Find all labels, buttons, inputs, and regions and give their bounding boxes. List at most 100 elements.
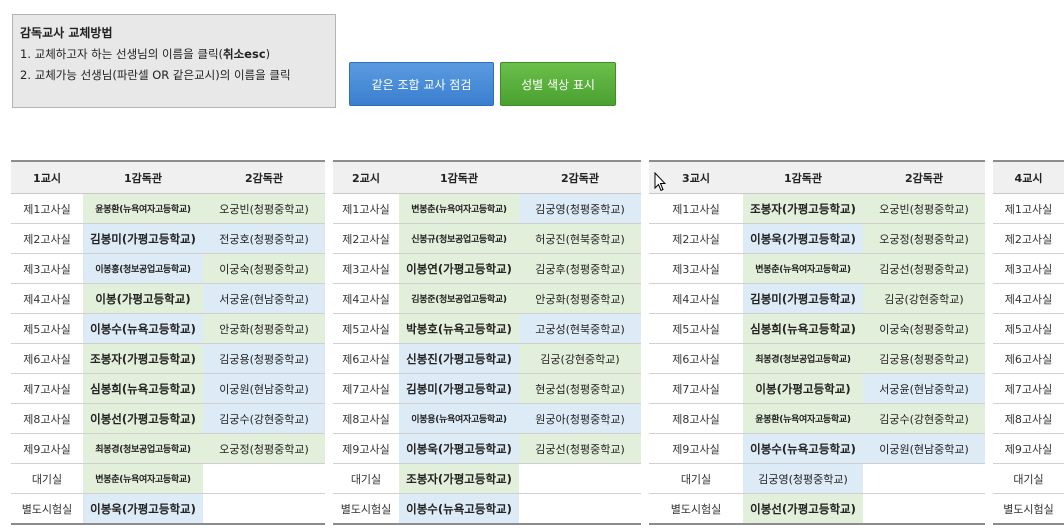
proctor2-cell[interactable]: 이궁숙(청평중학교) — [863, 313, 985, 344]
proctor2-cell[interactable]: 전궁호(청평중학교) — [203, 223, 325, 254]
proctor2-cell[interactable]: 김궁수(강현중학교) — [203, 403, 325, 434]
room-label: 제2고사실 — [11, 223, 83, 254]
room-label: 대기실 — [11, 463, 83, 494]
proctor1-cell[interactable]: 심봉희(뉴욕고등학교) — [83, 373, 203, 404]
proctor1-cell[interactable]: 이봉욱(가평고등학교) — [743, 223, 863, 254]
proctor1-cell[interactable]: 이봉(가평고등학교) — [743, 373, 863, 404]
proctor2-cell[interactable]: 김궁영(청평중학교) — [519, 193, 641, 224]
room-label: 제4고사실 — [11, 283, 83, 314]
proctor1-cell[interactable]: 김봉미(가평고등학교) — [83, 223, 203, 254]
proctor1-cell[interactable]: 신봉규(청보공업고등학교) — [399, 223, 519, 254]
proctor2-cell[interactable]: 이궁숙(청평중학교) — [203, 253, 325, 284]
check-same-combination-button[interactable]: 같은 조합 교사 점검 — [349, 62, 494, 106]
proctor1-cell[interactable]: 이봉홍(청보공업고등학교) — [83, 253, 203, 284]
proctor1-cell[interactable]: 변봉춘(뉴욕여자고등학교) — [83, 463, 203, 494]
proctor2-cell[interactable]: 원궁아(청평중학교) — [519, 403, 641, 434]
proctor1-cell[interactable]: 최봉경(청보공업고등학교) — [83, 433, 203, 464]
proctor2-cell[interactable]: 현궁섭(청평중학교) — [519, 373, 641, 404]
proctor2-cell[interactable]: 김궁선(청평중학교) — [863, 253, 985, 284]
proctor2-cell[interactable]: 고궁성(현북중학교) — [519, 313, 641, 344]
room-label: 제4고사실 — [993, 283, 1064, 314]
proctor1-cell[interactable]: 변봉춘(뉴욕여자고등학교) — [743, 253, 863, 284]
proctor1-cell[interactable]: 변봉춘(뉴욕여자고등학교) — [399, 193, 519, 224]
proctor1-cell[interactable]: 이봉욱(가평고등학교) — [399, 433, 519, 464]
proctor2-cell[interactable]: 이궁원(현남중학교) — [203, 373, 325, 404]
period-2-table: 2교시 1감독관 2감독관 제1고사실 변봉춘(뉴욕여자고등학교) 김궁영(청평중학… — [333, 160, 641, 525]
table-row: 제9고사실 이봉욱(가평고등학교) 김궁선(청평중학교) — [333, 433, 641, 464]
room-label: 별도시험실 — [11, 493, 83, 525]
table-row: 제3고사실 이봉연(가평고등학교) 김궁후(청평중학교) — [333, 253, 641, 284]
proctor1-cell[interactable]: 김봉미(가평고등학교) — [399, 373, 519, 404]
room-label: 제6고사실 — [649, 343, 743, 374]
proctor2-cell[interactable]: 김궁수(강현중학교) — [863, 403, 985, 434]
proctor1-cell[interactable]: 이봉선(가평고등학교) — [83, 403, 203, 434]
proctor2-cell — [863, 463, 985, 494]
room-label: 제4고사실 — [333, 283, 399, 314]
period-header: 4교시 — [993, 161, 1064, 194]
table-row: 제5고사실 심봉희(뉴욕고등학교) 이궁숙(청평중학교) — [649, 313, 985, 344]
table-row: 제4고사실 김봉준(청보공업고등학교) 안궁화(청평중학교) — [333, 283, 641, 314]
table-row: 제6고사실 신봉진(가평고등학교) 김궁(강현중학교) — [333, 343, 641, 374]
proctor2-cell[interactable]: 안궁화(청평중학교) — [203, 313, 325, 344]
proctor2-cell[interactable]: 서궁윤(현남중학교) — [863, 373, 985, 404]
room-label: 제7고사실 — [11, 373, 83, 404]
table-row: 제9고사실 이봉수(뉴욕고등학교) 이궁원(현남중학교) — [649, 433, 985, 464]
proctor1-cell[interactable]: 김봉미(가평고등학교) — [743, 283, 863, 314]
proctor2-header: 2감독관 — [863, 161, 985, 194]
room-label: 대기실 — [649, 463, 743, 494]
proctor2-cell[interactable]: 김궁(강현중학교) — [519, 343, 641, 374]
table-row: 제6고사실 — [993, 343, 1064, 374]
proctor1-cell[interactable]: 이봉수(뉴욕고등학교) — [743, 433, 863, 464]
period-header: 2교시 — [333, 161, 399, 194]
proctor1-cell[interactable]: 김봉준(청보공업고등학교) — [399, 283, 519, 314]
proctor1-cell[interactable]: 이봉(가평고등학교) — [83, 283, 203, 314]
proctor1-cell[interactable]: 윤봉환(뉴욕여자고등학교) — [743, 403, 863, 434]
proctor2-cell — [519, 463, 641, 494]
room-label: 대기실 — [333, 463, 399, 494]
proctor2-cell[interactable]: 이궁원(현남중학교) — [863, 433, 985, 464]
proctor1-cell[interactable]: 이봉욱(가평고등학교) — [83, 493, 203, 525]
table-row: 제5고사실 이봉수(뉴욕고등학교) 안궁화(청평중학교) — [11, 313, 325, 344]
table-row: 제5고사실 박봉호(뉴욕고등학교) 고궁성(현북중학교) — [333, 313, 641, 344]
proctor1-cell[interactable]: 심봉희(뉴욕고등학교) — [743, 313, 863, 344]
instructions-panel: 감독교사 교체방법 1. 교체하고자 하는 선생님의 이름을 클릭(취소esc)… — [12, 14, 336, 108]
proctor1-cell[interactable]: 조봉자(가평고등학교) — [83, 343, 203, 374]
room-label: 제3고사실 — [11, 253, 83, 284]
proctor2-cell[interactable]: 김궁용(청평중학교) — [863, 343, 985, 374]
proctor2-cell[interactable]: 김궁용(청평중학교) — [203, 343, 325, 374]
table-row: 제2고사실 김봉미(가평고등학교) 전궁호(청평중학교) — [11, 223, 325, 254]
proctor2-cell[interactable]: 오궁빈(청평중학교) — [203, 193, 325, 224]
proctor1-cell[interactable]: 이봉수(뉴욕고등학교) — [83, 313, 203, 344]
table-row: 별도시험실 — [993, 493, 1064, 525]
proctor2-cell[interactable]: 허궁진(현북중학교) — [519, 223, 641, 254]
proctor1-cell[interactable]: 조봉자(가평고등학교) — [399, 463, 519, 494]
proctor1-cell[interactable]: 이봉용(뉴욕여자고등학교) — [399, 403, 519, 434]
proctor1-header: 1감독관 — [399, 161, 519, 194]
proctor1-cell[interactable]: 윤봉환(뉴욕여자고등학교) — [83, 193, 203, 224]
proctor1-cell[interactable]: 이봉선(가평고등학교) — [743, 493, 863, 525]
room-label: 제9고사실 — [993, 433, 1064, 464]
proctor1-cell[interactable]: 이봉연(가평고등학교) — [399, 253, 519, 284]
proctor2-cell[interactable]: 안궁화(청평중학교) — [519, 283, 641, 314]
proctor1-cell[interactable]: 조봉자(가평고등학교) — [743, 193, 863, 224]
proctor2-cell[interactable]: 오궁정(청평중학교) — [863, 223, 985, 254]
proctor2-cell[interactable]: 서궁윤(현남중학교) — [203, 283, 325, 314]
proctor2-cell[interactable]: 김궁(강현중학교) — [863, 283, 985, 314]
proctor2-cell[interactable]: 오궁빈(청평중학교) — [863, 193, 985, 224]
table-row: 제1고사실 윤봉환(뉴욕여자고등학교) 오궁빈(청평중학교) — [11, 193, 325, 224]
period-3-table: 3교시 1감독관 2감독관 제1고사실 조봉자(가평고등학교) 오궁빈(청평중학교)… — [649, 160, 985, 525]
gender-color-button[interactable]: 성별 색상 표시 — [500, 62, 616, 106]
proctor1-cell[interactable]: 이봉수(뉴욕고등학교) — [399, 493, 519, 525]
period-1-table: 1교시 1감독관 2감독관 제1고사실 윤봉환(뉴욕여자고등학교) 오궁빈(청평중학… — [11, 160, 325, 525]
table-row: 제6고사실 조봉자(가평고등학교) 김궁용(청평중학교) — [11, 343, 325, 374]
table-row: 제8고사실 윤봉환(뉴욕여자고등학교) 김궁수(강현중학교) — [649, 403, 985, 434]
proctor1-cell[interactable]: 김궁영(청평중학교) — [743, 463, 863, 494]
proctor1-cell[interactable]: 박봉호(뉴욕고등학교) — [399, 313, 519, 344]
proctor1-cell[interactable]: 최봉경(청보공업고등학교) — [743, 343, 863, 374]
proctor2-cell[interactable]: 오궁정(청평중학교) — [203, 433, 325, 464]
proctor2-cell[interactable]: 김궁선(청평중학교) — [519, 433, 641, 464]
proctor1-cell[interactable]: 신봉진(가평고등학교) — [399, 343, 519, 374]
proctor2-cell[interactable]: 김궁후(청평중학교) — [519, 253, 641, 284]
room-label: 제8고사실 — [333, 403, 399, 434]
mouse-pointer-icon — [654, 172, 666, 192]
